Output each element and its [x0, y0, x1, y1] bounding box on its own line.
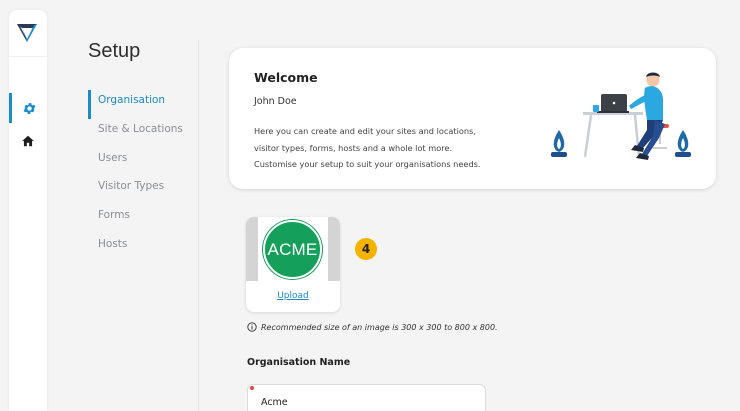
- welcome-line: Here you can create and edit your sites …: [254, 126, 476, 136]
- welcome-card: Welcome John Doe Here you can create and…: [229, 48, 716, 189]
- setup-menu: Organisation Site & Locations Users Visi…: [88, 90, 198, 263]
- organisation-name-input[interactable]: [247, 384, 486, 411]
- logo-preview: ACME: [246, 217, 340, 281]
- plant-icon: [551, 130, 567, 157]
- welcome-line: Customise your setup to suit your organi…: [254, 159, 481, 169]
- menu-item-organisation[interactable]: Organisation: [88, 90, 198, 119]
- menu-item-sites-locations[interactable]: Site & Locations: [88, 119, 198, 148]
- rail-item-home[interactable]: [9, 126, 47, 156]
- menu-item-visitor-types[interactable]: Visitor Types: [88, 176, 198, 205]
- organisation-logo: ACME: [263, 220, 322, 279]
- menu-item-forms[interactable]: Forms: [88, 205, 198, 234]
- gear-icon: [23, 102, 36, 114]
- welcome-line: visitor types, forms, hosts and a whole …: [254, 142, 453, 153]
- home-icon: [22, 135, 34, 147]
- menu-item-users[interactable]: Users: [88, 148, 198, 177]
- rail-divider: [9, 56, 47, 57]
- step-badge: 4: [355, 238, 377, 260]
- organisation-name-label: Organisation Name: [247, 357, 351, 368]
- sidebar-divider: [198, 40, 199, 411]
- required-indicator: [250, 386, 254, 390]
- upload-link[interactable]: Upload: [246, 291, 340, 301]
- info-icon: [247, 322, 257, 332]
- plant-icon: [675, 130, 691, 157]
- person-at-desk-illustration: [551, 72, 691, 160]
- brand-logo-icon: [17, 24, 37, 42]
- rail-item-settings[interactable]: [9, 93, 47, 123]
- icon-rail: [9, 10, 47, 411]
- image-size-hint-text: Recommended size of an image is 300 x 30…: [261, 322, 498, 332]
- image-size-hint: Recommended size of an image is 300 x 30…: [247, 322, 498, 332]
- welcome-user-name: John Doe: [254, 96, 297, 107]
- logo-upload-card: ACME Upload: [246, 217, 340, 312]
- menu-item-hosts[interactable]: Hosts: [88, 234, 198, 263]
- welcome-title: Welcome: [254, 70, 318, 85]
- welcome-description: Here you can create and edit your sites …: [254, 123, 514, 173]
- page-title: Setup: [88, 40, 141, 62]
